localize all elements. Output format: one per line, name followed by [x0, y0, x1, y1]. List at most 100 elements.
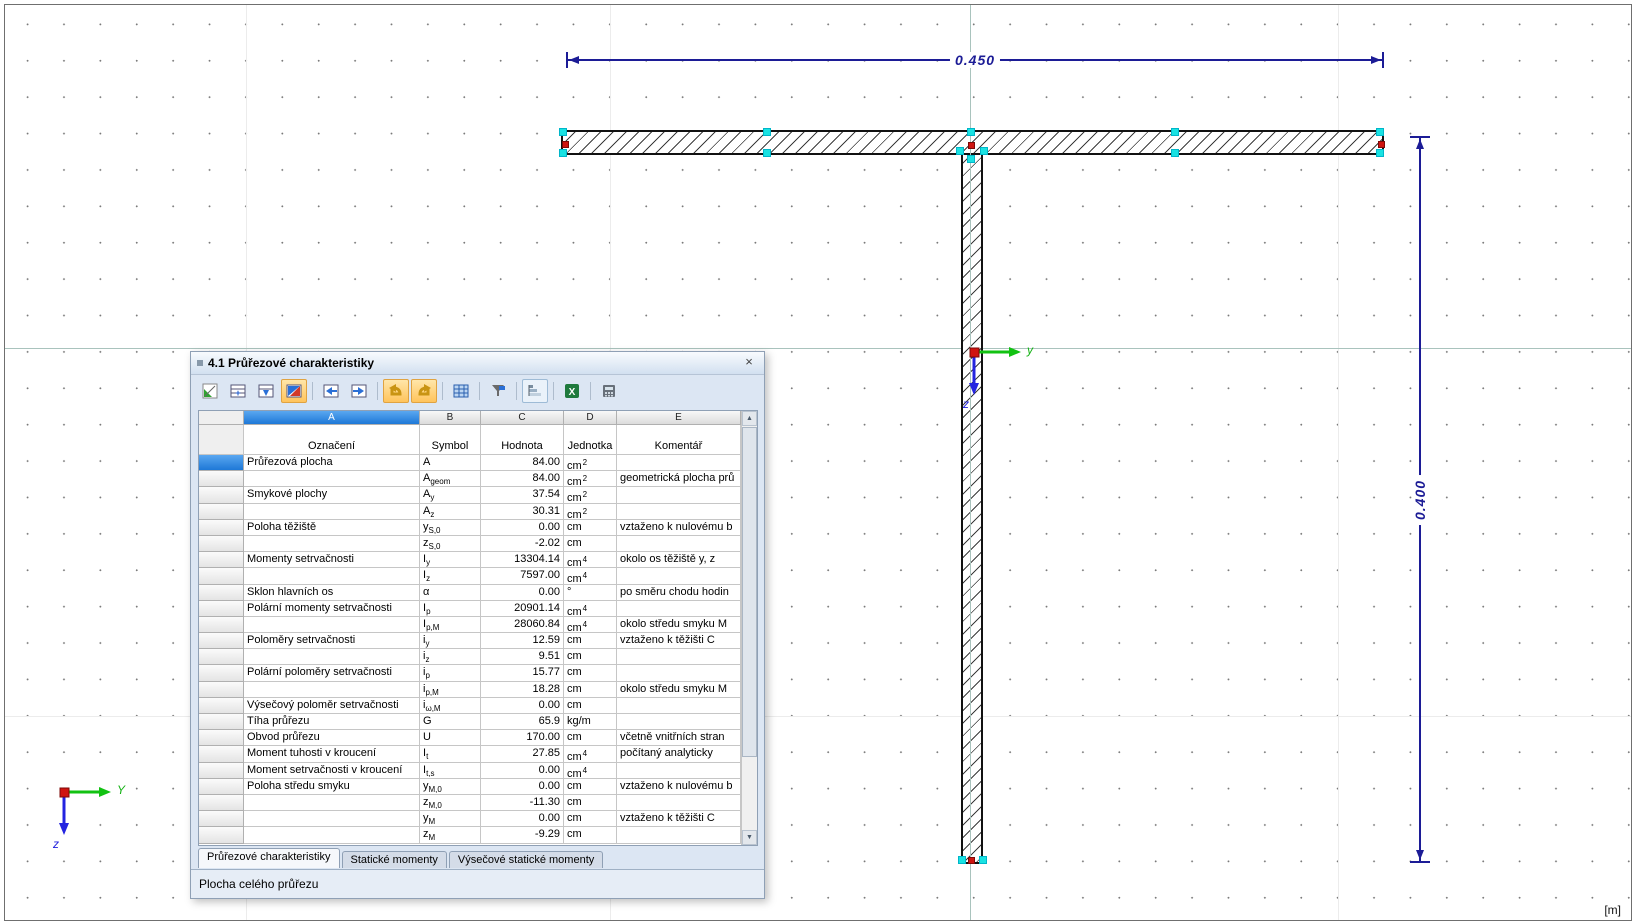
cell-value[interactable]: 28060.84 — [481, 617, 564, 633]
cell-comment[interactable] — [617, 504, 741, 520]
cell-comment[interactable]: včetně vnitřních stran — [617, 730, 741, 746]
cell-value[interactable]: 0.00 — [481, 779, 564, 795]
table-row[interactable]: ip,M18.28cmokolo středu smyku M — [199, 682, 741, 698]
cell-symbol[interactable]: Ip,M — [420, 617, 481, 633]
cell-label[interactable]: Momenty setrvačnosti — [244, 552, 420, 568]
cell-comment[interactable] — [617, 827, 741, 843]
row-selector[interactable] — [199, 471, 244, 487]
cell-value[interactable]: 0.00 — [481, 585, 564, 601]
cell-label[interactable]: Polární poloměry setrvačnosti — [244, 665, 420, 681]
section-web[interactable] — [961, 151, 983, 864]
selection-handle[interactable] — [1171, 128, 1179, 136]
cell-unit[interactable]: kg/m — [564, 714, 617, 730]
cell-comment[interactable] — [617, 455, 741, 471]
cell-symbol[interactable]: zS,0 — [420, 536, 481, 552]
cell-unit[interactable]: cm — [564, 811, 617, 827]
selection-handle[interactable] — [1376, 128, 1384, 136]
column-header-D[interactable]: D — [564, 411, 617, 425]
cell-unit[interactable]: cm4 — [564, 617, 617, 633]
cell-unit[interactable]: cm — [564, 779, 617, 795]
section-properties-dialog[interactable]: 4.1 Průřezové charakteristiky × + — [190, 351, 765, 899]
cell-label[interactable]: Sklon hlavních os — [244, 585, 420, 601]
row-selector[interactable] — [199, 795, 244, 811]
cell-label[interactable] — [244, 471, 420, 487]
table-grid-icon[interactable] — [448, 379, 474, 403]
cell-value[interactable]: 18.28 — [481, 682, 564, 698]
redo-icon[interactable] — [411, 379, 437, 403]
cell-unit[interactable]: cm4 — [564, 568, 617, 584]
selection-handle[interactable] — [967, 128, 975, 136]
scroll-up-icon[interactable]: ▲ — [742, 411, 757, 426]
cell-value[interactable]: 0.00 — [481, 811, 564, 827]
cell-value[interactable]: 20901.14 — [481, 601, 564, 617]
table-row[interactable]: Ageom84.00cm2geometrická plocha prů — [199, 471, 741, 487]
column-right-icon[interactable] — [346, 379, 372, 403]
row-selector[interactable] — [199, 585, 244, 601]
table-row[interactable]: Poloměry setrvačnostiiy12.59cmvztaženo k… — [199, 633, 741, 649]
cell-symbol[interactable]: iω,M — [420, 698, 481, 714]
cell-label[interactable]: Tíha průřezu — [244, 714, 420, 730]
cell-unit[interactable]: cm2 — [564, 487, 617, 503]
cell-label[interactable] — [244, 568, 420, 584]
insert-row-icon[interactable]: + — [225, 379, 251, 403]
selection-handle[interactable] — [980, 147, 988, 155]
table-row[interactable]: Az30.31cm2 — [199, 504, 741, 520]
selection-handle[interactable] — [559, 128, 567, 136]
row-selector[interactable] — [199, 568, 244, 584]
table-row[interactable]: zS,0-2.02cm — [199, 536, 741, 552]
cell-unit[interactable]: cm2 — [564, 471, 617, 487]
row-selector[interactable] — [199, 617, 244, 633]
outline-levels-icon[interactable] — [522, 379, 548, 403]
cell-comment[interactable] — [617, 536, 741, 552]
cell-symbol[interactable]: Az — [420, 504, 481, 520]
table-row[interactable]: Smykové plochyAy37.54cm2 — [199, 487, 741, 503]
table-row[interactable]: Polární poloměry setrvačnostiip15.77cm — [199, 665, 741, 681]
cell-label[interactable] — [244, 536, 420, 552]
column-header-A[interactable]: A — [244, 411, 420, 425]
cell-label[interactable]: Polární momenty setrvačnosti — [244, 601, 420, 617]
cell-value[interactable]: 30.31 — [481, 504, 564, 520]
cell-label[interactable] — [244, 504, 420, 520]
cell-label[interactable] — [244, 795, 420, 811]
cell-unit[interactable]: cm — [564, 682, 617, 698]
cell-value[interactable]: 15.77 — [481, 665, 564, 681]
row-selector[interactable] — [199, 649, 244, 665]
edit-cells-icon[interactable] — [281, 379, 307, 403]
cell-comment[interactable]: vztaženo k těžišti C — [617, 633, 741, 649]
cell-unit[interactable]: ° — [564, 585, 617, 601]
cell-value[interactable]: 37.54 — [481, 487, 564, 503]
cell-unit[interactable]: cm2 — [564, 504, 617, 520]
cell-label[interactable] — [244, 649, 420, 665]
cell-symbol[interactable]: It — [420, 746, 481, 762]
row-selector[interactable] — [199, 601, 244, 617]
cell-symbol[interactable]: Ageom — [420, 471, 481, 487]
column-header-C[interactable]: C — [481, 411, 564, 425]
table-row[interactable]: Polární momenty setrvačnostiIp20901.14cm… — [199, 601, 741, 617]
cell-value[interactable]: 170.00 — [481, 730, 564, 746]
tab-staticke-momenty[interactable]: Statické momenty — [342, 851, 447, 868]
cell-comment[interactable]: geometrická plocha prů — [617, 471, 741, 487]
drawing-viewport[interactable]: 0.450 0.400 y z Y z [m] — [4, 4, 1632, 921]
cell-comment[interactable] — [617, 487, 741, 503]
table-row[interactable]: zM,0-11.30cm — [199, 795, 741, 811]
cell-value[interactable]: 0.00 — [481, 698, 564, 714]
cell-comment[interactable]: okolo středu smyku M — [617, 617, 741, 633]
cell-unit[interactable]: cm — [564, 827, 617, 843]
table-row[interactable]: Poloha středu smykuyM,00.00cmvztaženo k … — [199, 779, 741, 795]
cell-symbol[interactable]: It,s — [420, 763, 481, 779]
cell-comment[interactable] — [617, 649, 741, 665]
cell-comment[interactable] — [617, 568, 741, 584]
cell-unit[interactable]: cm — [564, 520, 617, 536]
cell-symbol[interactable]: Ay — [420, 487, 481, 503]
row-selector[interactable] — [199, 811, 244, 827]
cell-label[interactable]: Obvod průřezu — [244, 730, 420, 746]
table-row[interactable]: Poloha těžištěyS,00.00cmvztaženo k nulov… — [199, 520, 741, 536]
corner-cell[interactable] — [199, 411, 244, 425]
selection-handle[interactable] — [1376, 149, 1384, 157]
row-selector[interactable] — [199, 827, 244, 843]
cell-label[interactable]: Poloměry setrvačnosti — [244, 633, 420, 649]
selection-handle[interactable] — [979, 856, 987, 864]
row-selector[interactable] — [199, 487, 244, 503]
row-selector[interactable] — [199, 665, 244, 681]
selection-handle[interactable] — [967, 155, 975, 163]
